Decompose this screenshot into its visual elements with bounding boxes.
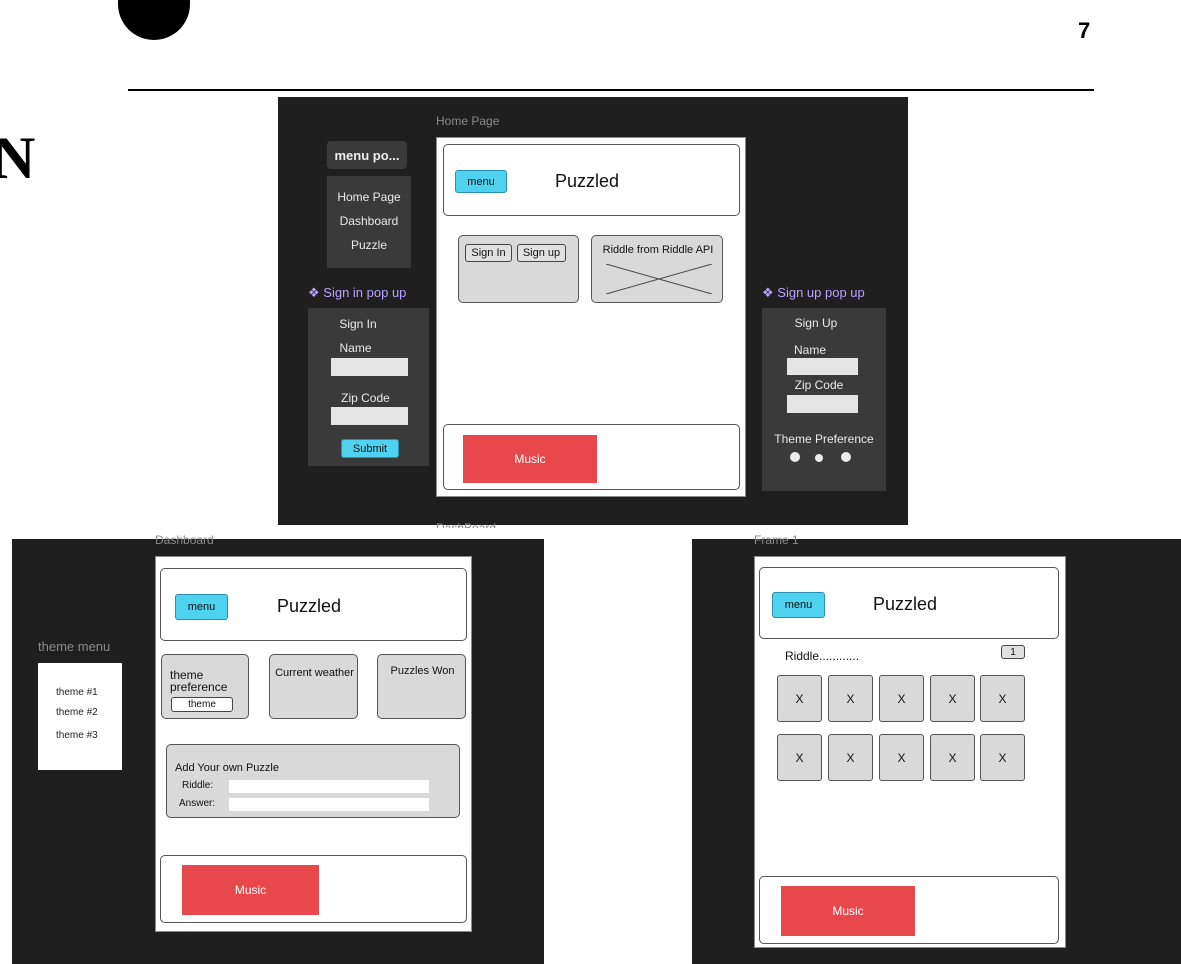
theme-option-1[interactable] — [790, 452, 800, 462]
header-rule — [128, 89, 1094, 91]
sign-in-zip-label: Zip Code — [341, 391, 390, 405]
theme-preference-card: theme preference theme — [161, 654, 249, 719]
sign-in-name-label: Name — [339, 341, 372, 355]
theme-button[interactable]: theme — [171, 697, 233, 712]
puzzle-tile[interactable]: X — [930, 734, 975, 781]
puzzle-tile[interactable]: X — [828, 675, 873, 722]
theme-menu-item[interactable]: theme #3 — [56, 730, 98, 741]
puzzle-tile[interactable]: X — [980, 734, 1025, 781]
music-player[interactable]: Music — [182, 865, 319, 915]
home-canvas: Home Page menu po... Home Page Dashboard… — [278, 97, 908, 525]
app-title: Puzzled — [277, 596, 342, 616]
puzzles-won-text: Puzzles Won — [390, 665, 455, 677]
menu-popup-title[interactable]: menu po... — [327, 141, 407, 169]
dashboard-frame-label-cut: DashBoard — [436, 521, 497, 528]
puzzle-tile[interactable]: X — [828, 734, 873, 781]
component-icon: ❖ — [762, 285, 778, 300]
puzzles-won-card: Puzzles Won — [377, 654, 466, 719]
riddle-card: Riddle from Riddle API — [591, 235, 723, 303]
sign-in-name-field[interactable] — [331, 358, 408, 376]
sign-in-popup-header-text: Sign in pop up — [323, 285, 407, 300]
riddle-label: Riddle: — [182, 780, 214, 791]
sign-up-title: Sign Up — [794, 316, 838, 330]
menu-item-dashboard[interactable]: Dashboard — [327, 214, 411, 228]
submit-button[interactable]: Submit — [341, 439, 399, 458]
home-footer: Music — [443, 424, 740, 490]
riddle-input[interactable] — [229, 780, 429, 793]
home-header: menu Puzzled — [443, 144, 740, 216]
sign-up-popup-header: ❖ Sign up pop up — [762, 285, 865, 301]
puzzle-canvas: Frame 1 menu Puzzled Riddle............ … — [692, 533, 1181, 964]
riddle-card-title: Riddle from Riddle API — [602, 244, 714, 256]
dashboard-header: menu Puzzled — [160, 568, 467, 641]
home-frame: menu Puzzled Sign In Sign up Riddle from… — [436, 137, 746, 497]
puzzle-tile[interactable]: X — [879, 675, 924, 722]
add-puzzle-card: Add Your own Puzzle Riddle: Answer: — [166, 744, 460, 818]
sign-in-popup-header: ❖ Sign in pop up — [308, 285, 406, 301]
logo-fragment — [118, 0, 190, 40]
theme-preference-label: Theme Preference — [774, 432, 874, 446]
theme-preference-text: theme preference — [170, 668, 228, 694]
weather-text: Current weather — [275, 667, 354, 679]
sign-in-zip-field[interactable] — [331, 407, 408, 425]
music-player[interactable]: Music — [781, 886, 915, 936]
dashboard-canvas: Dashboard theme menu theme #1 theme #2 t… — [12, 533, 544, 964]
theme-menu-title: theme menu — [38, 639, 111, 654]
app-title: Puzzled — [873, 594, 938, 614]
menu-popup-title-text: menu po... — [334, 147, 400, 163]
puzzle-frame: menu Puzzled Riddle............ 1 X X X … — [754, 556, 1066, 948]
dashboard-frame: menu Puzzled theme preference theme Curr… — [155, 556, 472, 932]
puzzle-tile[interactable]: X — [980, 675, 1025, 722]
puzzle-frame-label: Frame 1 — [754, 533, 799, 547]
puzzle-tile[interactable]: X — [930, 675, 975, 722]
theme-menu-item[interactable]: theme #1 — [56, 687, 98, 698]
sign-up-zip-label: Zip Code — [794, 378, 844, 392]
sign-up-name-field[interactable] — [787, 358, 858, 375]
sign-in-title: Sign In — [339, 317, 377, 331]
theme-option-3[interactable] — [841, 452, 851, 462]
partial-heading-letter: N — [0, 125, 36, 191]
page-number: 7 — [1078, 18, 1091, 43]
puzzle-footer: Music — [759, 876, 1059, 944]
sign-up-button[interactable]: Sign up — [517, 244, 566, 262]
answer-input[interactable] — [229, 798, 429, 811]
sign-in-popup: Sign In Name Zip Code Submit — [308, 308, 429, 466]
riddle-counter: 1 — [1001, 645, 1025, 659]
auth-card: Sign In Sign up — [458, 235, 579, 303]
puzzle-tile[interactable]: X — [879, 734, 924, 781]
add-puzzle-title: Add Your own Puzzle — [175, 762, 279, 774]
weather-card: Current weather — [269, 654, 358, 719]
theme-menu-item[interactable]: theme #2 — [56, 707, 98, 718]
sign-up-popup-header-text: Sign up pop up — [777, 285, 865, 300]
theme-menu-panel: theme #1 theme #2 theme #3 — [38, 663, 122, 770]
theme-option-2[interactable] — [815, 454, 823, 462]
answer-label: Answer: — [179, 798, 216, 809]
menu-item-home[interactable]: Home Page — [327, 190, 411, 204]
dashboard-footer: Music — [160, 855, 467, 923]
sign-up-zip-field[interactable] — [787, 395, 858, 413]
sign-up-name-label: Name — [793, 343, 826, 357]
menu-item-puzzle[interactable]: Puzzle — [327, 238, 411, 252]
menu-popup-panel: Home Page Dashboard Puzzle — [327, 176, 411, 268]
puzzle-tile[interactable]: X — [777, 675, 822, 722]
riddle-text: Riddle............ — [785, 649, 860, 663]
menu-button[interactable]: menu — [455, 170, 507, 193]
home-frame-label: Home Page — [436, 114, 500, 128]
puzzle-tile[interactable]: X — [777, 734, 822, 781]
puzzle-header: menu Puzzled — [759, 567, 1059, 639]
sign-up-popup: Sign Up Name Zip Code Theme Preference — [762, 308, 886, 491]
menu-button[interactable]: menu — [772, 592, 825, 618]
component-icon: ❖ — [308, 285, 324, 300]
app-title: Puzzled — [555, 171, 620, 191]
dashboard-frame-label: Dashboard — [155, 533, 214, 547]
sign-in-button[interactable]: Sign In — [465, 244, 512, 262]
menu-button[interactable]: menu — [175, 594, 228, 620]
image-placeholder-icon — [606, 264, 712, 294]
music-player[interactable]: Music — [463, 435, 597, 483]
